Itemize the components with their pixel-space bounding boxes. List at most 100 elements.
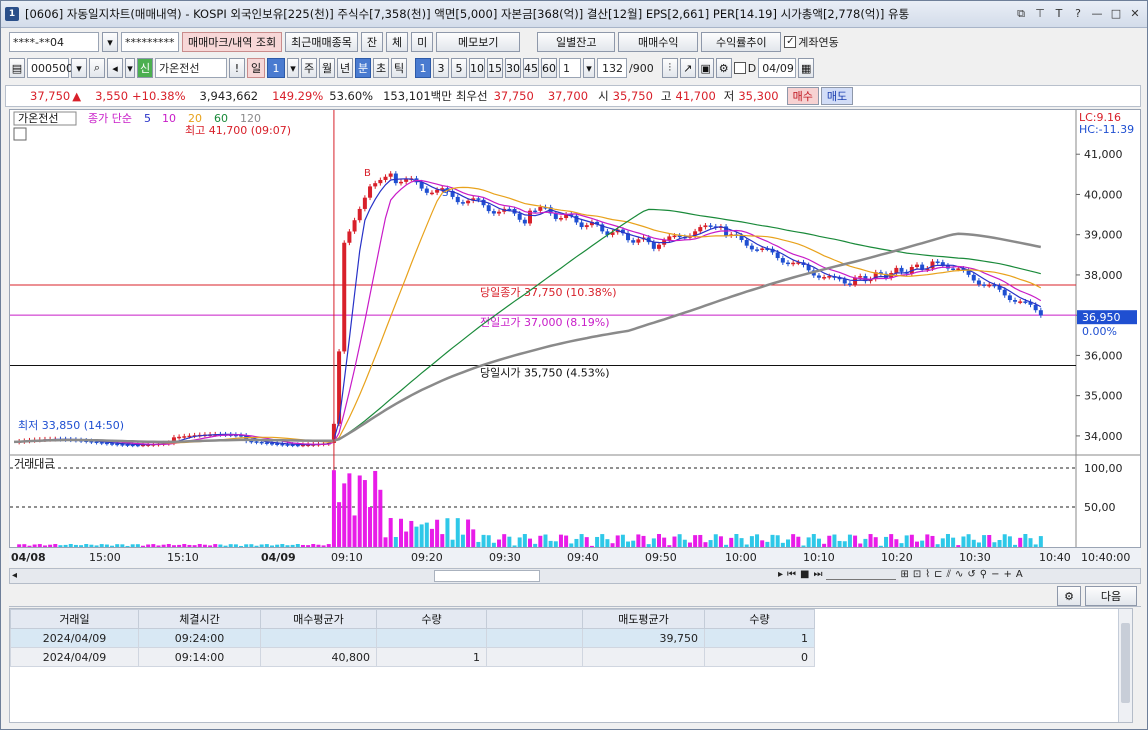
gear-icon[interactable]: ⚙ <box>715 58 732 78</box>
font-icon[interactable]: T <box>1051 6 1067 22</box>
period-week-button[interactable]: 주 <box>301 58 317 78</box>
profit-rate-button[interactable]: 수익률추이 <box>701 32 782 52</box>
fib-icon[interactable]: ⊏ <box>934 569 942 580</box>
chart-area[interactable]: 41,00040,00039,00038,00037,00036,00035,0… <box>9 109 1141 567</box>
chart-settings-icon[interactable]: ▤ <box>9 58 25 78</box>
settings-gear-icon[interactable]: ⚙ <box>1057 586 1081 606</box>
interval-3-button[interactable]: 3 <box>433 58 449 78</box>
interval-group: 1 3 5 10 15 30 45 60 <box>415 58 557 78</box>
draw-icon[interactable]: ⌇ <box>925 569 930 580</box>
mi-button[interactable]: 미 <box>411 32 434 52</box>
table-header[interactable]: 매도평균가 <box>582 609 705 629</box>
table-header[interactable]: 체결시간 <box>138 609 261 629</box>
speaker-icon[interactable]: ◂ <box>107 58 123 78</box>
calendar-icon[interactable]: ▦ <box>798 58 815 78</box>
price-chart-svg[interactable]: 41,00040,00039,00038,00037,00036,00035,0… <box>10 110 1140 548</box>
zoom-slider[interactable] <box>826 569 897 580</box>
buy-button[interactable]: 매수 <box>786 87 819 105</box>
trade-mark-query-button[interactable]: 매매마크/내역 조회 <box>182 32 283 52</box>
period-second-button[interactable]: 초 <box>373 58 389 78</box>
link-icon[interactable]: ⧉ <box>1013 6 1029 22</box>
forward-icon[interactable]: ⏭ <box>813 569 822 580</box>
table-header[interactable]: 거래일 <box>10 609 139 629</box>
help-icon[interactable]: ? <box>1070 6 1086 22</box>
d-checkbox[interactable] <box>733 62 746 74</box>
interval-15-button[interactable]: 15 <box>487 58 503 78</box>
wave-icon[interactable]: ∿ <box>955 569 963 580</box>
line-icon[interactable]: ⫽ <box>947 569 951 580</box>
zoom-icon[interactable]: ⚲ <box>980 569 987 580</box>
grid-icon[interactable]: ⊡ <box>913 569 921 580</box>
period-num-select[interactable]: 1 <box>267 58 285 78</box>
volume-bar <box>1002 534 1007 548</box>
table-scrollbar[interactable] <box>1118 609 1132 722</box>
memo-button[interactable]: 메모보기 <box>436 32 521 52</box>
che-button[interactable]: 체 <box>386 32 409 52</box>
check-icon[interactable]: ✓ <box>784 36 797 48</box>
alert-icon[interactable]: ! <box>229 58 245 78</box>
table-scroll-thumb[interactable] <box>1121 623 1130 703</box>
pin-icon[interactable]: ⊤ <box>1032 6 1048 22</box>
stock-code-input[interactable]: 000500 <box>27 58 73 78</box>
zoom-in-icon[interactable]: + <box>1004 569 1012 580</box>
password-field[interactable]: ********* <box>121 32 179 52</box>
indicator-icon[interactable]: ⫶ <box>661 58 678 78</box>
candle-body <box>976 280 981 285</box>
bottom-bar: ⚙ 다음 <box>9 585 1141 607</box>
interval-30-button[interactable]: 30 <box>505 58 521 78</box>
rewind-icon[interactable]: ⏮ <box>787 569 796 580</box>
trade-profit-button[interactable]: 매매수익 <box>618 32 699 52</box>
jan-button[interactable]: 잔 <box>360 32 384 52</box>
account-select[interactable]: ****-**04 <box>9 32 99 52</box>
table-header[interactable]: 매수평균가 <box>260 609 377 629</box>
trend-icon[interactable]: ↗ <box>679 58 696 78</box>
search-icon[interactable]: ⌕ <box>89 58 105 78</box>
interval-custom-input[interactable]: 1 <box>559 58 581 78</box>
text-icon[interactable]: A <box>1016 569 1023 580</box>
save-icon[interactable]: ▣ <box>697 58 714 78</box>
period-minute-button[interactable]: 분 <box>355 58 371 78</box>
maximize-icon[interactable]: □ <box>1108 6 1124 22</box>
table-header[interactable] <box>486 609 583 629</box>
toolbar-chart: ▤ 000500 ▾ ⌕ ◂ ▾ 신 가온전선 ! 일 1 ▾ 주 월 년 분 … <box>1 58 1147 78</box>
table-row[interactable]: 2024/04/09 09:14:00 40,800 1 0 <box>10 647 815 667</box>
zoom-out-icon[interactable]: − <box>991 569 999 580</box>
daily-balance-button[interactable]: 일별잔고 <box>537 32 616 52</box>
next-button[interactable]: 다음 <box>1085 586 1137 606</box>
scroll-right-icon[interactable]: ▸ <box>778 569 783 580</box>
table-header[interactable]: 수량 <box>704 609 815 629</box>
account-link-checkbox[interactable]: ✓ 계좌연동 <box>784 34 839 50</box>
minimize-icon[interactable]: — <box>1089 6 1105 22</box>
interval-60-button[interactable]: 60 <box>541 58 557 78</box>
sell-button[interactable]: 매도 <box>820 87 854 105</box>
high-price: 41,700 <box>675 89 716 103</box>
account-dropdown-icon[interactable]: ▾ <box>102 32 118 52</box>
recent-stocks-button[interactable]: 최근매매종목 <box>285 32 358 52</box>
undo-icon[interactable]: ↺ <box>967 569 975 580</box>
table-row[interactable]: 2024/04/09 09:24:00 39,750 1 <box>10 628 815 648</box>
speaker-dropdown-icon[interactable]: ▾ <box>125 58 135 78</box>
period-year-button[interactable]: 년 <box>337 58 353 78</box>
date-input[interactable]: 04/09 <box>758 58 797 78</box>
period-month-button[interactable]: 월 <box>319 58 335 78</box>
count-input[interactable]: 132 <box>597 58 627 78</box>
interval-dropdown-icon[interactable]: ▾ <box>583 58 595 78</box>
table-cell: 09:24:00 <box>138 628 261 648</box>
code-dropdown-icon[interactable]: ▾ <box>71 58 87 78</box>
interval-5-button[interactable]: 5 <box>451 58 467 78</box>
close-icon[interactable]: ✕ <box>1127 6 1143 22</box>
stop-icon[interactable]: ■ <box>800 569 809 580</box>
interval-45-button[interactable]: 45 <box>523 58 539 78</box>
volume-bar <box>368 507 373 548</box>
chart-scrollbar[interactable]: ◂ ▸ ⏮ ■ ⏭ ⊞ ⊡ ⌇ ⊏ ⫽ ∿ ↺ ⚲ − + A <box>9 568 1141 584</box>
interval-1-button[interactable]: 1 <box>415 58 431 78</box>
candle-body <box>822 277 827 279</box>
period-dropdown-icon[interactable]: ▾ <box>287 58 299 78</box>
scroll-thumb[interactable] <box>434 570 540 582</box>
table-header[interactable]: 수량 <box>376 609 487 629</box>
layout-icon[interactable]: ⊞ <box>900 569 908 580</box>
period-tick-button[interactable]: 틱 <box>391 58 407 78</box>
period-day-button[interactable]: 일 <box>247 58 265 78</box>
interval-10-button[interactable]: 10 <box>469 58 485 78</box>
scroll-left-icon[interactable]: ◂ <box>12 570 17 581</box>
